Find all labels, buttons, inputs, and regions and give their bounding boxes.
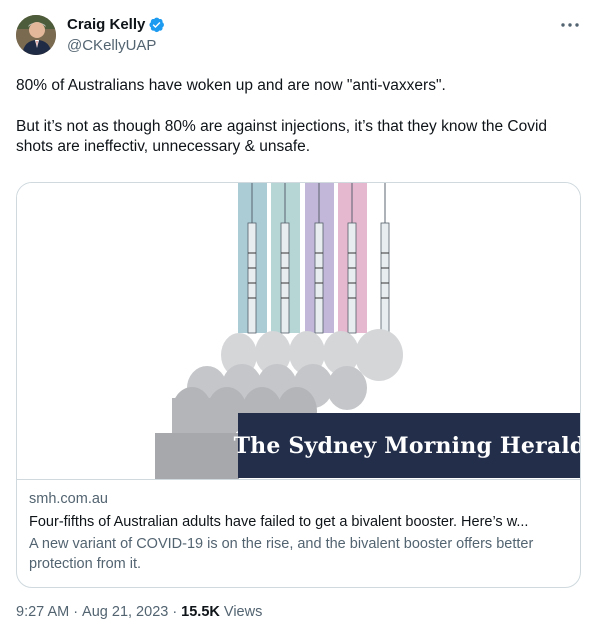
card-image: The Sydney Morning Herald [17,183,580,479]
views-count: 15.5K [181,604,220,620]
card-meta: smh.com.au Four-fifths of Australian adu… [17,479,580,574]
timestamp-link[interactable]: 9:27 AM · Aug 21, 2023 [16,604,168,620]
card-domain: smh.com.au [29,491,108,507]
tweet-time: 9:27 AM [16,604,70,620]
separator-dot: · [172,604,178,620]
tweet-text: 80% of Australians have woken up and are… [16,76,586,158]
verified-badge-icon[interactable] [148,16,165,33]
views-link[interactable]: 15.5K Views [181,604,262,620]
tweet-paragraph-2: But it’s not as though 80% are against i… [16,117,548,156]
tweet: Craig Kelly @CKellyUAP 80% of Australian… [0,0,599,634]
masthead-banner: The Sydney Morning Herald [234,413,580,478]
separator-dot: · [73,604,79,620]
link-preview-card[interactable]: The Sydney Morning Herald smh.com.au Fou… [16,182,581,588]
tweet-meta: 9:27 AM · Aug 21, 2023 · 15.5K Views [16,604,262,620]
card-title: Four-fifths of Australian adults have fa… [29,514,529,530]
card-description: A new variant of COVID-19 is on the rise… [29,536,534,572]
name-row: Craig Kelly [67,14,165,34]
author-name[interactable]: Craig Kelly [67,16,145,33]
author-handle[interactable]: @CKellyUAP [67,37,165,54]
author-block: Craig Kelly @CKellyUAP [67,14,165,54]
views-label: Views [223,604,263,620]
more-horizontal-icon[interactable] [559,16,581,34]
avatar[interactable] [16,15,56,55]
masthead-logo: The Sydney Morning Herald [233,432,580,459]
tweet-date: Aug 21, 2023 [82,604,169,620]
tweet-paragraph-1: 80% of Australians have woken up and are… [16,77,446,94]
